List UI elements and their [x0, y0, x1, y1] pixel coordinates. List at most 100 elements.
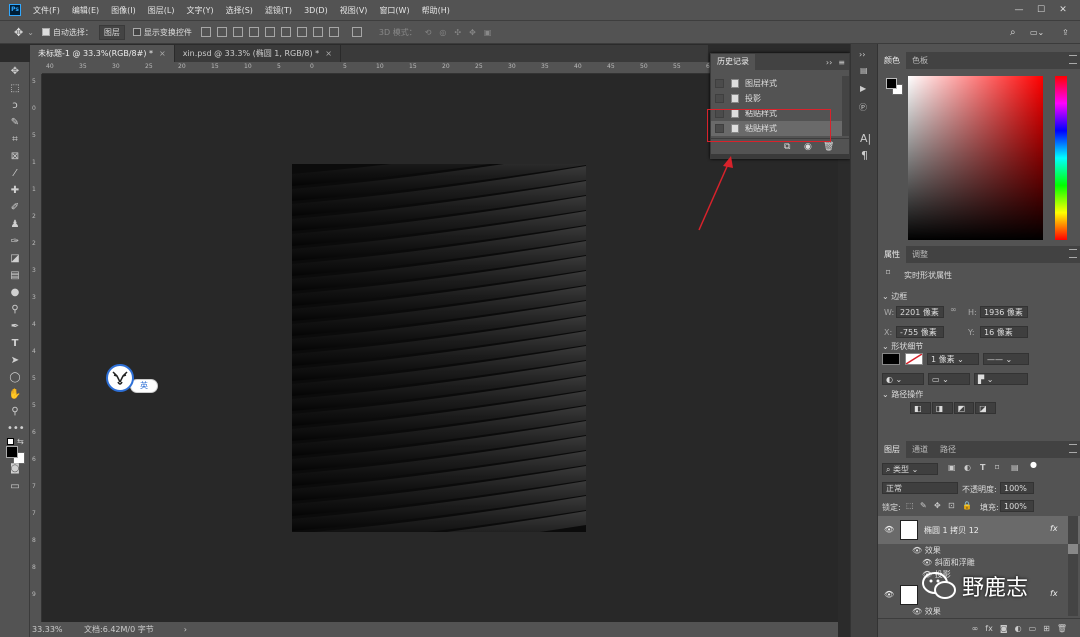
show-transform-checkbox[interactable]	[132, 28, 141, 36]
blend-mode-dropdown[interactable]: 正常	[882, 482, 958, 494]
filter-pixel-icon[interactable]: ▣	[948, 463, 956, 472]
pen-tool-icon[interactable]: ✒	[7, 320, 23, 334]
fill-color-swatch[interactable]	[882, 353, 900, 365]
trash-icon[interactable]: 🗑	[823, 142, 834, 152]
menu-help[interactable]: 帮助(H)	[422, 5, 450, 16]
document-canvas[interactable]	[292, 164, 586, 532]
paragraph-panel-icon[interactable]: ¶	[861, 149, 868, 162]
zoom-tool-icon[interactable]: ⚲	[7, 405, 23, 419]
actions-panel-icon[interactable]: ▶	[860, 84, 866, 93]
history-item[interactable]: 图层样式	[711, 76, 842, 91]
intersect-shapes-icon[interactable]: ◩	[953, 402, 975, 414]
minimize-icon[interactable]: —	[1008, 5, 1030, 15]
orbit-3d-icon[interactable]: ⟲	[425, 28, 432, 37]
menu-filter[interactable]: 滤镜(T)	[265, 5, 292, 16]
snapshot-checkbox[interactable]	[715, 94, 724, 103]
link-icon[interactable]: ∞	[950, 305, 957, 314]
menu-window[interactable]: 窗口(W)	[379, 5, 409, 16]
lock-artboard-icon[interactable]: ⊡	[948, 501, 955, 510]
menu-view[interactable]: 视图(V)	[340, 5, 368, 16]
new-document-from-state-icon[interactable]: ⧉	[784, 142, 790, 152]
brush-tool-icon[interactable]: ✐	[7, 201, 23, 215]
align-bottom-icon[interactable]	[232, 27, 243, 37]
swap-colors-icon[interactable]: ⇆	[17, 437, 24, 446]
lock-all-icon[interactable]: 🔒	[962, 501, 972, 510]
close-tab-icon[interactable]: ×	[159, 49, 166, 58]
stroke-cap-dropdown[interactable]: ▭ ⌄	[928, 373, 970, 385]
align-hcenter-icon[interactable]	[312, 27, 323, 37]
subtract-front-icon[interactable]: ◨	[931, 402, 953, 414]
lock-position-icon[interactable]: ✥	[934, 501, 941, 510]
collapse-dock-icon[interactable]: ››	[859, 50, 865, 59]
vertical-ruler[interactable]: 5 0 5 1 1 2 2 3 3 4 4 5 5 6 6 7 7 8 8 9	[30, 74, 42, 622]
snapshot-checkbox[interactable]	[715, 79, 724, 88]
eye-icon[interactable]: 👁	[884, 590, 894, 599]
lock-transparent-icon[interactable]: ⬚	[906, 501, 914, 510]
color-saturation-field[interactable]	[908, 76, 1043, 240]
filter-smart-object-icon[interactable]: ▤	[1011, 463, 1019, 472]
close-tab-icon[interactable]: ×	[325, 49, 332, 58]
panel-menu-icon[interactable]: ≡	[838, 58, 845, 67]
lock-image-icon[interactable]: ✎	[920, 501, 927, 510]
path-ops-section-toggle[interactable]: ⌄ 路径操作	[882, 389, 923, 400]
close-icon[interactable]: ✕	[1052, 5, 1074, 15]
align-vcenter-icon[interactable]	[216, 27, 227, 37]
menu-select[interactable]: 选择(S)	[226, 5, 253, 16]
move-tool-icon[interactable]: ✥	[14, 26, 23, 39]
eraser-tool-icon[interactable]: ◪	[7, 252, 23, 266]
share-icon[interactable]: ⇪	[1062, 28, 1069, 37]
eyedropper-tool-icon[interactable]: ⁄	[7, 167, 23, 181]
new-group-icon[interactable]: ▭	[1029, 624, 1037, 633]
menu-image[interactable]: 图像(I)	[111, 5, 136, 16]
exclude-overlap-icon[interactable]: ◪	[975, 402, 996, 414]
tab-swatches[interactable]: 色板	[906, 52, 934, 69]
pan-3d-icon[interactable]: ✣	[454, 28, 461, 37]
ime-language-indicator[interactable]: 英	[130, 379, 158, 393]
camera-snapshot-icon[interactable]: ◉	[804, 142, 812, 152]
height-field[interactable]: 1936 像素	[980, 306, 1028, 318]
foreground-color-swatch[interactable]	[886, 78, 897, 89]
blur-tool-icon[interactable]: ●	[7, 286, 23, 300]
ellipse-tool-icon[interactable]: ◯	[7, 371, 23, 385]
clone-stamp-tool-icon[interactable]: ♟	[7, 218, 23, 232]
link-layers-icon[interactable]: ∞	[972, 624, 979, 633]
history-scrollbar[interactable]	[842, 76, 849, 136]
delete-layer-icon[interactable]: 🗑	[1057, 624, 1067, 633]
more-tools-icon[interactable]: •••	[7, 422, 25, 436]
effects-row[interactable]: 👁 效果	[912, 606, 941, 617]
lasso-tool-icon[interactable]: ↄ	[7, 99, 23, 113]
new-fill-layer-icon[interactable]: ◐	[1015, 624, 1022, 633]
character-panel-icon[interactable]: A|	[860, 132, 871, 145]
panel-menu-icon[interactable]	[1069, 249, 1077, 258]
layer-name[interactable]: 椭圆 1 拷贝 12	[924, 525, 979, 536]
default-colors-icon[interactable]	[7, 438, 14, 445]
distribute-bottom-icon[interactable]	[280, 27, 291, 37]
border-section-toggle[interactable]: ⌄ 边框	[882, 291, 907, 302]
tab-color[interactable]: 颜色	[878, 52, 906, 69]
foreground-color-swatch[interactable]	[6, 446, 18, 458]
ime-deer-logo-icon[interactable]	[106, 364, 134, 392]
filter-toggle-icon[interactable]: ●	[1030, 460, 1037, 469]
history-panel-icon[interactable]: ▤	[860, 66, 868, 75]
filter-adjustment-icon[interactable]: ◐	[964, 463, 971, 472]
distribute-vcenter-icon[interactable]	[264, 27, 275, 37]
add-style-icon[interactable]: fx	[985, 624, 993, 633]
path-select-tool-icon[interactable]: ➤	[7, 354, 23, 368]
auto-select-checkbox[interactable]	[41, 28, 50, 36]
new-layer-icon[interactable]: ⊞	[1043, 624, 1050, 633]
type-tool-icon[interactable]: T	[7, 337, 23, 351]
frame-tool-icon[interactable]: ⊠	[7, 150, 23, 164]
maximize-icon[interactable]: ☐	[1030, 5, 1052, 15]
slide-3d-icon[interactable]: ✥	[469, 28, 476, 37]
marquee-tool-icon[interactable]: ⬚	[7, 82, 23, 96]
quick-select-tool-icon[interactable]: ✎	[7, 116, 23, 130]
healing-brush-tool-icon[interactable]: ✚	[7, 184, 23, 198]
layer-filter-dropdown[interactable]: ⌕ 类型 ⌄	[882, 463, 938, 475]
panel-menu-icon[interactable]	[1069, 55, 1077, 64]
stroke-align-dropdown[interactable]: ◐ ⌄	[882, 373, 924, 385]
quick-mask-icon[interactable]: ◙	[7, 462, 23, 476]
crop-tool-icon[interactable]: ⌗	[7, 133, 23, 147]
menu-3d[interactable]: 3D(D)	[304, 6, 328, 15]
effects-row[interactable]: 👁 效果	[912, 545, 941, 556]
width-field[interactable]: 2201 像素	[896, 306, 944, 318]
